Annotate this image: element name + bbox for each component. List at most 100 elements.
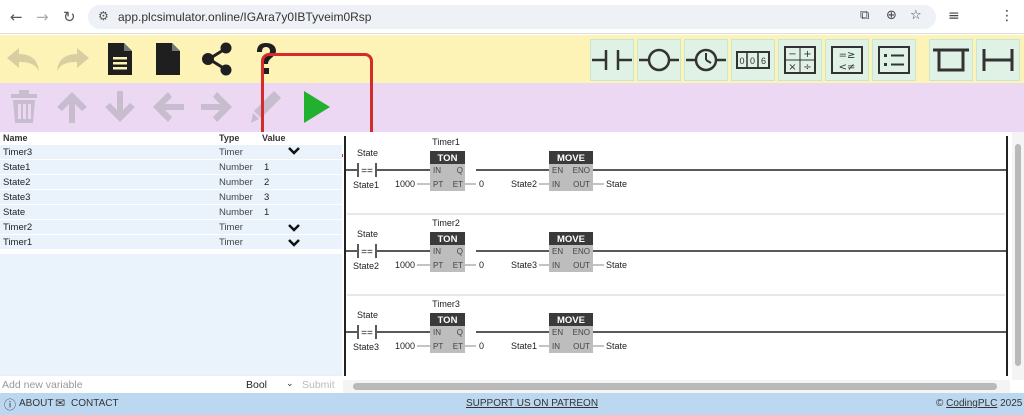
- vertical-scrollbar[interactable]: [1012, 132, 1024, 380]
- move-up-button[interactable]: [50, 85, 94, 129]
- svg-text:+: +: [803, 49, 811, 60]
- chevron-down-icon[interactable]: [288, 237, 300, 249]
- variable-row[interactable]: Timer2 Timer: [0, 220, 342, 235]
- back-icon[interactable]: ←: [10, 8, 23, 26]
- chevron-down-icon[interactable]: [288, 145, 300, 157]
- counter-instruction-button[interactable]: 006: [731, 39, 775, 81]
- chevron-down-icon[interactable]: ⌄: [286, 378, 294, 389]
- move-title: MOVE: [557, 315, 585, 326]
- delete-button[interactable]: [2, 85, 46, 129]
- arrow-down-icon: [105, 91, 135, 122]
- timer-pt-pin: PT: [433, 261, 443, 270]
- timer-type-label: TON: [438, 234, 458, 245]
- variable-name: State: [3, 207, 26, 218]
- variable-row[interactable]: State Number 1: [0, 205, 342, 220]
- edit-button[interactable]: [244, 85, 288, 129]
- timer-et-pin: ET: [453, 261, 463, 270]
- add-variable-form: Add new variable Bool ⌄ Submit: [0, 375, 342, 393]
- mail-icon: ✉: [55, 396, 66, 410]
- redo-button[interactable]: [50, 37, 94, 81]
- redo-icon: [57, 48, 89, 71]
- about-link[interactable]: ABOUT: [19, 398, 53, 409]
- timer-et-pin: ET: [453, 180, 463, 189]
- install-app-icon[interactable]: ⧉: [860, 8, 869, 23]
- bookmark-star-icon[interactable]: ☆: [910, 8, 922, 23]
- timer-pt-pin: PT: [433, 180, 443, 189]
- address-bar[interactable]: ⚙ app.plcsimulator.online/IGAra7y0IBTyve…: [88, 5, 936, 29]
- variable-row[interactable]: State1 Number 1: [0, 160, 342, 175]
- variable-row[interactable]: State2 Number 2: [0, 175, 342, 190]
- compare-contact-operator: ==: [361, 328, 373, 339]
- submit-button[interactable]: Submit: [302, 379, 335, 391]
- move-in-pin: IN: [552, 180, 560, 189]
- new-variable-input[interactable]: Add new variable: [2, 379, 83, 391]
- move-left-button[interactable]: [146, 85, 190, 129]
- timer-q-pin: Q: [457, 247, 463, 256]
- move-down-button[interactable]: [98, 85, 142, 129]
- clock-icon: [686, 48, 726, 72]
- move-en-pin: EN: [552, 328, 563, 337]
- patreon-link[interactable]: SUPPORT US ON PATREON: [466, 398, 598, 409]
- timer-name: Timer1: [432, 137, 460, 147]
- blank-file-button[interactable]: [146, 37, 190, 81]
- move-right-button[interactable]: [195, 85, 239, 129]
- chevron-down-icon[interactable]: [288, 222, 300, 234]
- variable-name: State2: [3, 177, 31, 188]
- ladder-editor[interactable]: == State State1 Timer1 TON IN Q PT ET 1000 0 MOVE EN…: [343, 132, 1024, 380]
- variable-name: State3: [3, 192, 31, 203]
- variable-row[interactable]: State3 Number 3: [0, 190, 342, 205]
- compare-contact-operator: ==: [361, 247, 373, 258]
- move-en-pin: EN: [552, 247, 563, 256]
- coil-instruction-button[interactable]: [637, 39, 681, 81]
- undo-button[interactable]: [2, 37, 46, 81]
- info-icon: ⓘ: [4, 398, 17, 412]
- variable-type: Timer: [219, 147, 243, 158]
- new-file-button[interactable]: [98, 37, 142, 81]
- branch-line-instruction-button[interactable]: [976, 39, 1020, 81]
- share-button[interactable]: [195, 37, 239, 81]
- contact-link[interactable]: CONTACT: [71, 398, 119, 409]
- branch-box-instruction-button[interactable]: [929, 39, 973, 81]
- copyright-year: 2025: [1000, 398, 1023, 409]
- compare-instruction-button[interactable]: =≥ <≠: [825, 39, 869, 81]
- variable-value[interactable]: 1: [264, 162, 269, 173]
- main-toolbar: 006 − + × ÷ =≥ <≠: [0, 35, 1024, 83]
- ladder-diagram: == State State1 Timer1 TON IN Q PT ET 1000 0 MOVE EN…: [344, 136, 1008, 376]
- browser-menu-icon[interactable]: ⋮: [1000, 8, 1014, 24]
- help-button[interactable]: [244, 37, 288, 81]
- forward-icon[interactable]: →: [36, 8, 49, 26]
- variable-type: Number: [219, 177, 253, 188]
- contact-operand-bottom: State3: [353, 342, 379, 352]
- media-control-icon[interactable]: ≡: [948, 8, 960, 24]
- svg-text:÷: ÷: [803, 62, 811, 73]
- variable-type-select[interactable]: Bool: [246, 379, 267, 391]
- scrollbar-thumb[interactable]: [353, 383, 997, 390]
- variables-empty-area: [0, 254, 342, 375]
- move-destination: State: [606, 341, 627, 351]
- timer-instruction-button[interactable]: [684, 39, 728, 81]
- variable-type: Timer: [219, 237, 243, 248]
- move-instruction-button[interactable]: [872, 39, 916, 81]
- variable-value[interactable]: 1: [264, 207, 269, 218]
- variable-row[interactable]: Timer3 Timer: [0, 145, 342, 160]
- zoom-icon[interactable]: ⊕: [886, 8, 897, 23]
- svg-text:−: −: [788, 49, 796, 60]
- horizontal-scrollbar[interactable]: [343, 380, 1010, 393]
- variable-value[interactable]: 2: [264, 177, 269, 188]
- move-eno-pin: ENO: [573, 247, 590, 256]
- contact-instruction-button[interactable]: [590, 39, 634, 81]
- codingplc-link[interactable]: CodingPLC: [946, 398, 997, 409]
- variable-value[interactable]: 3: [264, 192, 269, 203]
- run-button[interactable]: [293, 85, 337, 129]
- variables-panel: Name Type Value Timer3 Timer State1 Numb…: [0, 132, 342, 375]
- move-source: State1: [511, 341, 537, 351]
- reload-icon[interactable]: ↻: [63, 8, 76, 26]
- contact-operand-bottom: State2: [353, 261, 379, 271]
- site-info-icon[interactable]: ⚙: [98, 9, 109, 23]
- variable-row[interactable]: Timer1 Timer: [0, 235, 342, 250]
- edit-toolbar: [0, 83, 1024, 132]
- svg-text:=≥: =≥: [839, 50, 856, 61]
- math-instruction-button[interactable]: − + × ÷: [778, 39, 822, 81]
- move-in-pin: IN: [552, 342, 560, 351]
- scrollbar-thumb[interactable]: [1015, 144, 1021, 366]
